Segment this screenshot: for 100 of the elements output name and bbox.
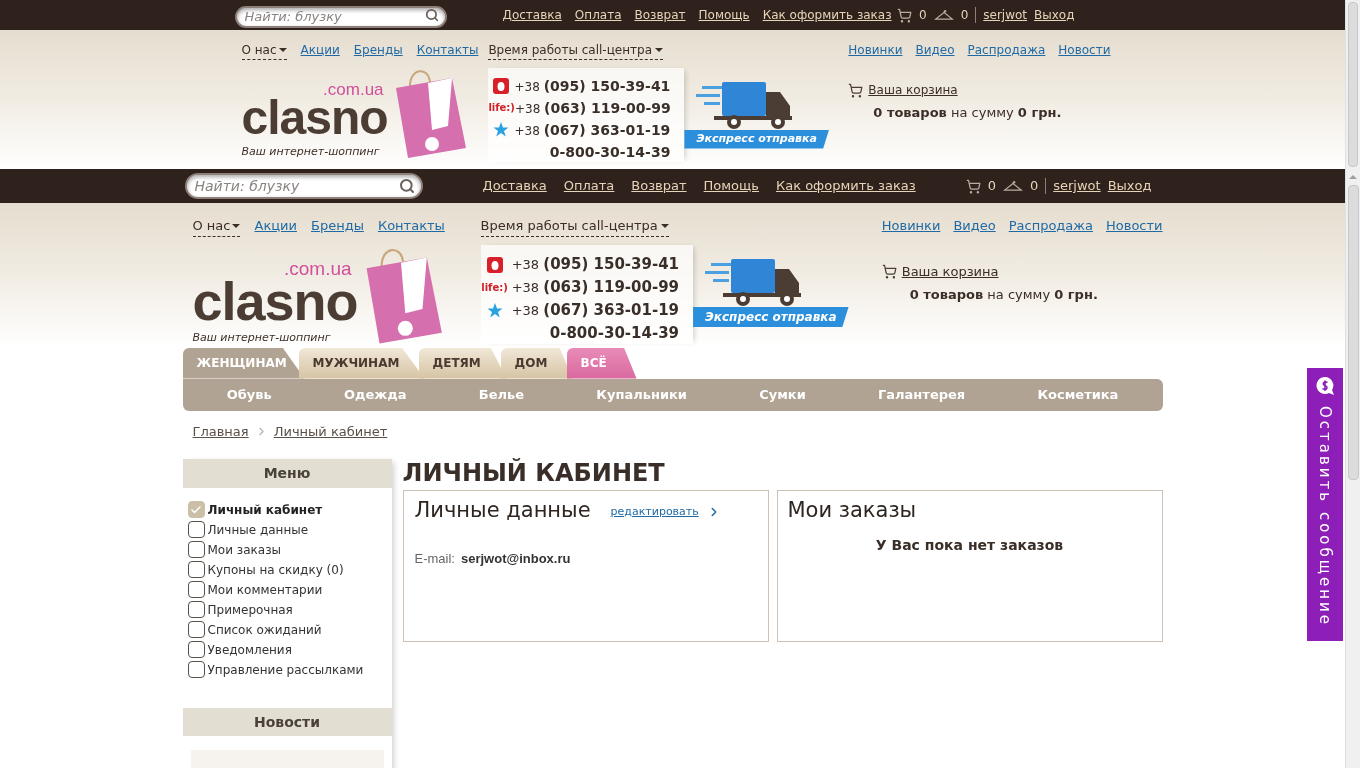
checkbox[interactable]: [187, 621, 205, 639]
delivery-badge: Экспресс отправка: [693, 307, 849, 327]
hanger-icon: [933, 8, 954, 22]
phone-number: +38 (067) 363-01-19: [511, 300, 680, 322]
breadcrumb-link[interactable]: Главная: [192, 421, 249, 441]
site-logo[interactable]: .com.ua clasno Ваш интернет-шоппинг: [192, 242, 481, 347]
nav-link[interactable]: Видео: [915, 41, 955, 59]
checkbox[interactable]: [187, 541, 205, 559]
breadcrumb-link[interactable]: Личный кабинет: [273, 421, 388, 441]
wishlist-count: 0: [960, 7, 969, 24]
search-field[interactable]: Найти: блузку: [184, 173, 423, 199]
operator-icon: [493, 78, 510, 94]
chat-bubble-icon: [1315, 376, 1335, 396]
menu-item[interactable]: Личные данные: [187, 519, 392, 540]
nav-link[interactable]: Новости: [1106, 216, 1163, 236]
nav-link[interactable]: Оплата: [574, 6, 622, 24]
nav-link[interactable]: Распродажа: [967, 41, 1046, 59]
nav-link[interactable]: Новинки: [881, 216, 941, 236]
about-dropdown[interactable]: О нас: [192, 216, 241, 237]
news-heading: Новости: [182, 707, 392, 737]
email-label: E-mail:: [414, 549, 455, 568]
phone-number: 0-800-30-14-39: [549, 142, 671, 162]
checkbox[interactable]: [187, 581, 205, 599]
nav-link[interactable]: Новости: [1058, 41, 1111, 59]
checkbox[interactable]: [187, 641, 205, 659]
delivery-badge: Экспресс отправка: [684, 130, 829, 149]
call-center-dropdown[interactable]: Время работы call-центра: [488, 41, 663, 60]
info-link[interactable]: Контакты: [377, 216, 445, 237]
nav-link[interactable]: Как оформить заказ: [776, 176, 916, 196]
operator-logo: life:): [488, 103, 515, 113]
checkbox[interactable]: [187, 661, 205, 679]
email-value: serjwot@inbox.ru: [460, 549, 571, 568]
nav-link[interactable]: Помощь: [703, 176, 759, 196]
cart-summary: 0 товаров на сумму 0 грн.: [909, 286, 1099, 304]
nav-link[interactable]: Возврат: [631, 176, 687, 196]
phone-number: +38 (067) 363-01-19: [514, 120, 671, 140]
nav-link[interactable]: Видео: [953, 216, 996, 236]
nav-link[interactable]: Доставка: [502, 6, 562, 24]
search-field[interactable]: Найти: блузку: [234, 5, 447, 28]
card-title: Личные данные: [414, 497, 591, 524]
nav-link[interactable]: Помощь: [698, 6, 750, 24]
menu-item[interactable]: Уведомления: [187, 639, 392, 660]
nav-link[interactable]: Новинки: [848, 41, 903, 59]
menu-item[interactable]: Управление рассылками: [187, 659, 392, 680]
scrollbar[interactable]: [1345, 169, 1360, 768]
site-logo[interactable]: .com.ua clasno Ваш интернет-шоппинг: [241, 66, 489, 160]
info-link[interactable]: Бренды: [311, 216, 364, 237]
page-title: ЛИЧНЫЙ КАБИНЕТ: [402, 459, 666, 487]
menu-item[interactable]: Личный кабинет: [187, 499, 392, 520]
cart-icon: [881, 263, 897, 279]
nav-link[interactable]: Как оформить заказ: [762, 6, 892, 24]
menu-item[interactable]: Купоны на скидку (0): [187, 559, 392, 580]
info-link[interactable]: Акции: [254, 216, 297, 237]
call-center-dropdown[interactable]: Время работы call-центра: [480, 216, 669, 237]
logout-link[interactable]: Выход: [1107, 176, 1152, 196]
phone-number: +38 (063) 119-00-99: [514, 98, 671, 118]
nav-link[interactable]: Распродажа: [1008, 216, 1093, 236]
menu-item[interactable]: Список ожиданий: [187, 619, 392, 640]
scrollbar[interactable]: [1345, 0, 1360, 169]
cart-count: 0: [919, 7, 927, 24]
checkbox[interactable]: [187, 561, 205, 579]
cart-link[interactable]: Ваша корзина: [868, 81, 958, 99]
nav-link[interactable]: Оплата: [563, 176, 615, 196]
menu-heading: Меню: [182, 459, 392, 488]
info-link[interactable]: Акции: [300, 41, 340, 60]
checkbox[interactable]: [187, 501, 205, 519]
nav-link[interactable]: Доставка: [482, 176, 547, 196]
empty-orders-message: У Вас пока нет заказов: [874, 535, 1065, 555]
search-icon[interactable]: [398, 178, 415, 194]
nav-link[interactable]: Возврат: [634, 6, 686, 24]
cart-link[interactable]: Ваша корзина: [901, 261, 999, 281]
star-icon: [493, 121, 510, 139]
card-title: Мои заказы: [787, 497, 918, 524]
feedback-tab[interactable]: Оставить сообщение: [1307, 368, 1343, 641]
cart-icon: [848, 82, 864, 98]
operator-logo: life:): [481, 282, 508, 293]
phone-number: 0-800-30-14-39: [549, 323, 680, 345]
cart-icon[interactable]: [897, 7, 912, 23]
phone-number: +38 (063) 119-00-99: [511, 277, 680, 299]
info-link[interactable]: Контакты: [416, 41, 479, 60]
logout-link[interactable]: Выход: [1034, 6, 1075, 24]
edit-link[interactable]: редактировать: [610, 503, 721, 520]
menu-item[interactable]: Мои комментарии: [187, 579, 392, 600]
search-icon[interactable]: [424, 8, 439, 22]
cart-count: 0: [987, 177, 996, 196]
info-link[interactable]: Бренды: [353, 41, 403, 60]
check-icon: [190, 503, 202, 516]
phone-number: +38 (095) 150-39-41: [511, 254, 680, 276]
checkbox[interactable]: [187, 601, 205, 619]
hanger-icon: [1002, 179, 1023, 193]
menu-item[interactable]: Примерочная: [187, 599, 392, 620]
cart-icon[interactable]: [965, 178, 981, 194]
username-link[interactable]: serjwot: [983, 6, 1028, 24]
menu-item[interactable]: Мои заказы: [187, 539, 392, 560]
about-dropdown[interactable]: О нас: [241, 41, 287, 60]
star-icon: [486, 301, 503, 320]
operator-icon: [486, 256, 503, 273]
checkbox[interactable]: [187, 521, 205, 539]
cart-summary: 0 товаров на сумму 0 грн.: [873, 104, 1063, 122]
username-link[interactable]: serjwot: [1053, 176, 1101, 196]
